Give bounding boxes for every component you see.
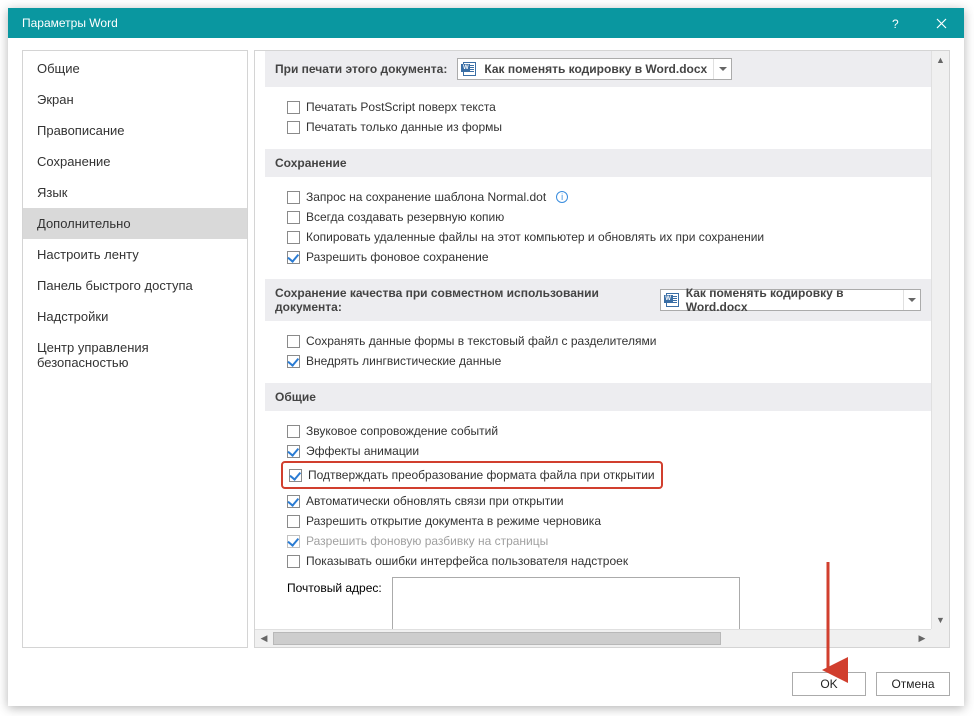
category-sidebar: Общие Экран Правописание Сохранение Язык… [22, 50, 248, 648]
horizontal-scrollbar[interactable]: ◀ ▶ [255, 629, 931, 647]
sidebar-item-customize-ribbon[interactable]: Настроить ленту [23, 239, 247, 270]
opt-sound-feedback[interactable]: Звуковое сопровождение событий [287, 421, 921, 441]
scroll-left-icon[interactable]: ◀ [255, 630, 273, 647]
info-icon[interactable]: i [556, 191, 568, 203]
scroll-track[interactable] [932, 69, 949, 611]
mail-address-label: Почтовый адрес: [287, 577, 382, 595]
scroll-down-icon[interactable]: ▼ [932, 611, 949, 629]
ok-button[interactable]: OK [792, 672, 866, 696]
scroll-track[interactable] [273, 630, 913, 647]
section-title: Сохранение качества при совместном испол… [275, 286, 650, 314]
opt-animation[interactable]: Эффекты анимации [287, 441, 921, 461]
mail-address-input[interactable] [392, 577, 740, 629]
sidebar-item-general[interactable]: Общие [23, 53, 247, 84]
sidebar-item-addins[interactable]: Надстройки [23, 301, 247, 332]
section-header-print: При печати этого документа: W Как поменя… [265, 51, 931, 87]
scroll-right-icon[interactable]: ▶ [913, 630, 931, 647]
section-title: Сохранение [275, 156, 347, 170]
opt-prompt-normal-dot[interactable]: Запрос на сохранение шаблона Normal.doti [287, 187, 921, 207]
section-title: Общие [275, 390, 316, 404]
vertical-scrollbar[interactable]: ▲ ▼ [931, 51, 949, 629]
scroll-thumb[interactable] [273, 632, 721, 645]
opt-background-pagination: Разрешить фоновую разбивку на страницы [287, 531, 921, 551]
section-header-fidelity: Сохранение качества при совместном испол… [265, 279, 931, 321]
help-button[interactable]: ? [872, 8, 918, 38]
sidebar-item-advanced[interactable]: Дополнительно [23, 208, 247, 239]
fidelity-document-selector[interactable]: W Как поменять кодировку в Word.docx [660, 289, 921, 311]
sidebar-item-save[interactable]: Сохранение [23, 146, 247, 177]
sidebar-item-quick-access[interactable]: Панель быстрого доступа [23, 270, 247, 301]
print-document-selector[interactable]: W Как поменять кодировку в Word.docx [457, 58, 732, 80]
section-header-save: Сохранение [265, 149, 931, 177]
section-title: При печати этого документа: [275, 62, 447, 76]
opt-print-postscript[interactable]: Печатать PostScript поверх текста [287, 97, 921, 117]
close-button[interactable] [918, 8, 964, 38]
sidebar-item-proofing[interactable]: Правописание [23, 115, 247, 146]
sidebar-item-trust-center[interactable]: Центр управления безопасностью [23, 332, 247, 378]
titlebar: Параметры Word ? [8, 8, 964, 38]
opt-open-draft[interactable]: Разрешить открытие документа в режиме че… [287, 511, 921, 531]
opt-show-addin-errors[interactable]: Показывать ошибки интерфейса пользовател… [287, 551, 921, 571]
content-panel: При печати этого документа: W Как поменя… [254, 50, 950, 648]
opt-embed-linguistic[interactable]: Внедрять лингвистические данные [287, 351, 921, 371]
sidebar-item-language[interactable]: Язык [23, 177, 247, 208]
opt-always-backup[interactable]: Всегда создавать резервную копию [287, 207, 921, 227]
section-header-general: Общие [265, 383, 931, 411]
cancel-button[interactable]: Отмена [876, 672, 950, 696]
word-doc-icon: W [665, 292, 680, 308]
opt-auto-update-links[interactable]: Автоматически обновлять связи при открыт… [287, 491, 921, 511]
scroll-up-icon[interactable]: ▲ [932, 51, 949, 69]
chevron-down-icon [903, 290, 920, 310]
highlighted-option: Подтверждать преобразование формата файл… [281, 461, 663, 489]
word-doc-icon: W [462, 61, 478, 77]
svg-text:?: ? [892, 17, 899, 29]
window-title: Параметры Word [22, 16, 118, 30]
sidebar-item-display[interactable]: Экран [23, 84, 247, 115]
opt-copy-remote-files[interactable]: Копировать удаленные файлы на этот компь… [287, 227, 921, 247]
scroll-corner [931, 629, 949, 647]
opt-save-form-delimited[interactable]: Сохранять данные формы в текстовый файл … [287, 331, 921, 351]
chevron-down-icon [713, 59, 731, 79]
opt-confirm-conversion[interactable]: Подтверждать преобразование формата файл… [283, 465, 655, 485]
opt-background-save[interactable]: Разрешить фоновое сохранение [287, 247, 921, 267]
dialog-window: Параметры Word ? Общие Экран Правописани… [8, 8, 964, 706]
opt-print-form-data[interactable]: Печатать только данные из формы [287, 117, 921, 137]
